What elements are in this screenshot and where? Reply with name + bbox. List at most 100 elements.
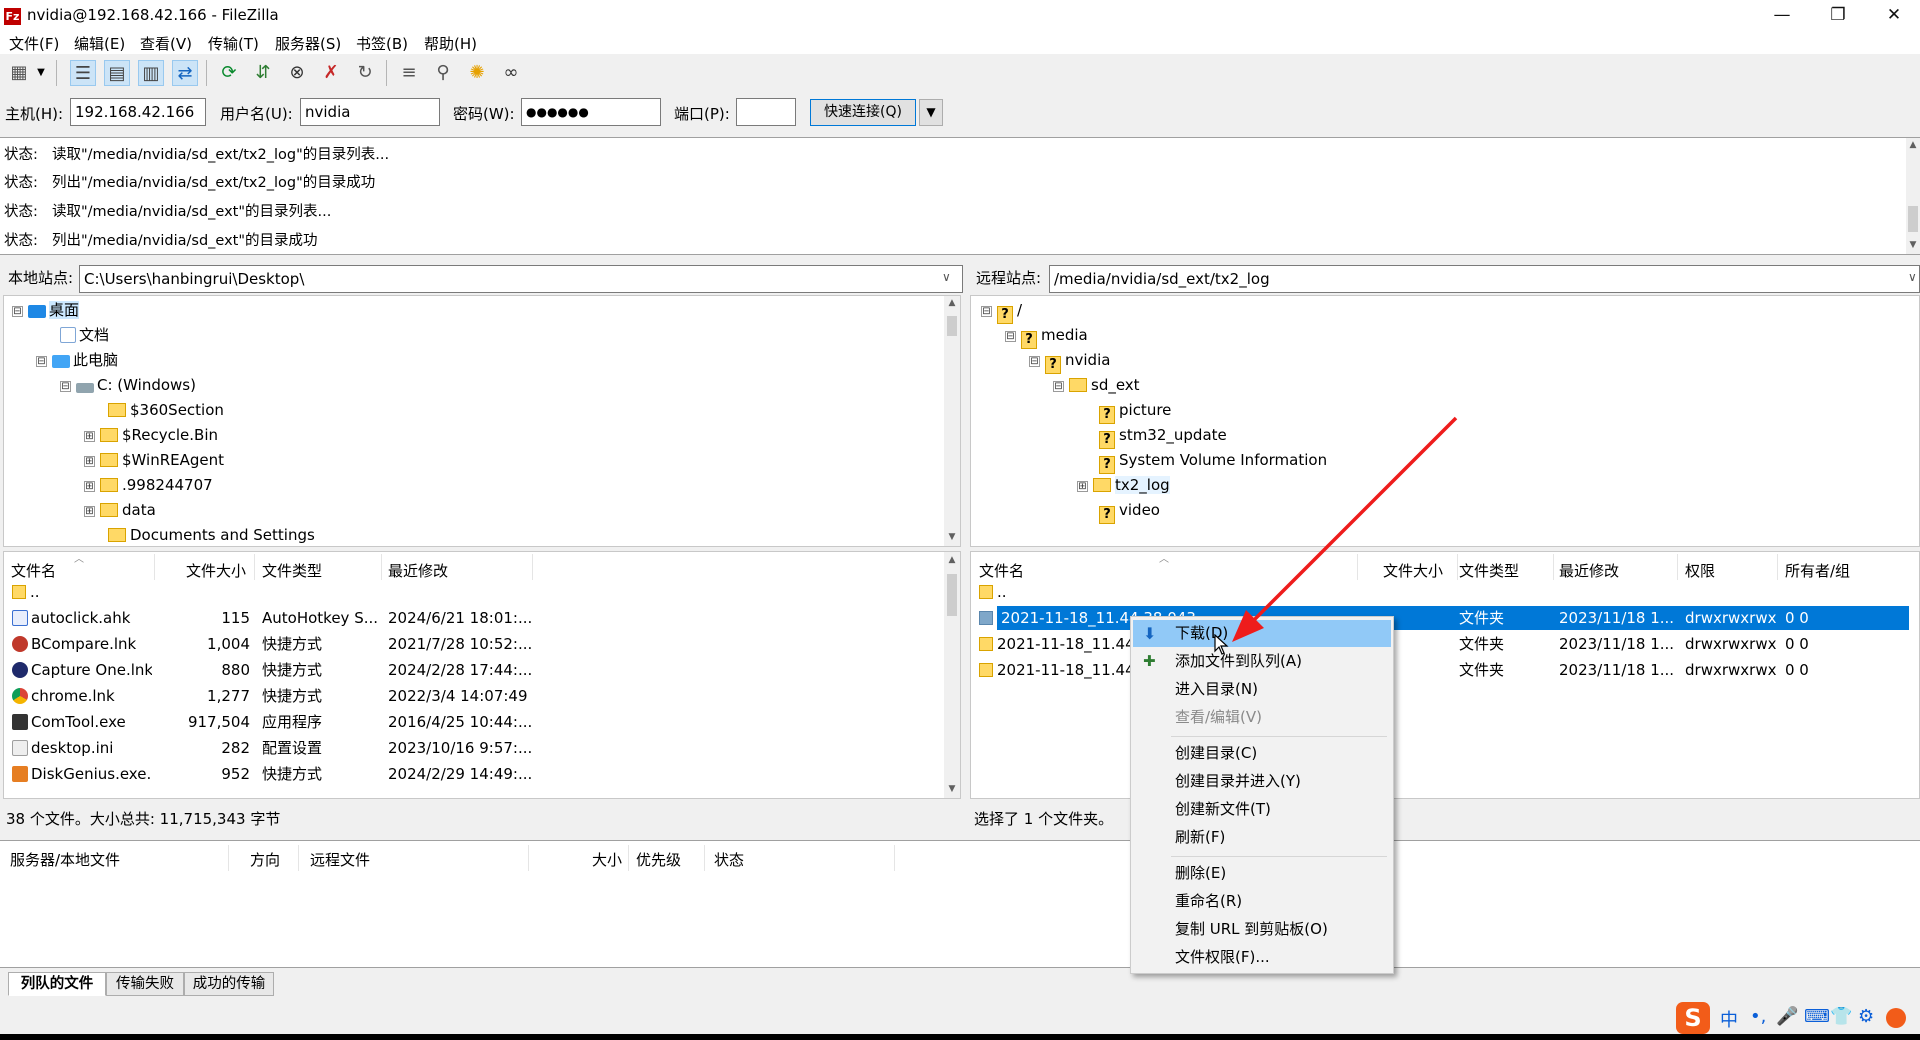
tab-queued-files[interactable]: 列队的文件 [8,972,106,996]
ime-chinese-mode-icon[interactable]: 中 [1720,1006,1738,1032]
local-list-scroll-thumb[interactable] [947,574,957,616]
directory-filter-icon[interactable]: ≡ [396,60,422,86]
table-row[interactable]: .. [4,579,942,605]
local-list-scrollbar[interactable]: ▲ ▼ [944,552,960,798]
menu-file[interactable]: 文件(F) [9,33,59,54]
menu-edit[interactable]: 编辑(E) [74,33,125,54]
local-tree-scroll-thumb[interactable] [947,316,957,336]
ctx-rename[interactable]: 重命名(R) [1133,888,1391,915]
local-col-filename[interactable]: 文件名 [11,560,56,581]
ctx-file-permissions[interactable]: 文件权限(F)... [1133,944,1391,971]
queue-col-direction[interactable]: 方向 [250,849,280,870]
ctx-create-new-file[interactable]: 创建新文件(T) [1133,796,1391,823]
maximize-button[interactable]: ❐ [1810,0,1866,30]
local-path-input[interactable]: C:\Users\hanbingrui\Desktop\ [79,265,963,293]
menu-transfer[interactable]: 传输(T) [208,33,259,54]
log-scrollbar[interactable]: ▲ ▼ [1906,138,1920,254]
tree-item-sd-ext[interactable]: ⊟ sd_ext [1053,373,1140,397]
cancel-operation-icon[interactable]: ⊗ [284,60,310,86]
port-input[interactable] [736,98,796,126]
quickconnect-dropdown-button[interactable]: ▼ [919,99,943,126]
ctx-copy-url[interactable]: 复制 URL 到剪贴板(O) [1133,916,1391,943]
tree-item-documents[interactable]: 文档 [60,323,109,347]
ime-skin-icon[interactable]: 👕 [1830,1006,1852,1027]
reconnect-icon[interactable]: ↻ [352,60,378,86]
table-row[interactable]: autoclick.ahk 115 AutoHotkey S... 2024/6… [4,605,942,631]
tree-item-data[interactable]: ⊞ data [84,498,156,522]
search-icon[interactable]: ∞ [498,60,524,86]
queue-col-remote[interactable]: 远程文件 [310,849,370,870]
tab-failed-transfers[interactable]: 传输失败 [106,972,184,996]
site-manager-dropdown-icon[interactable]: ▼ [33,60,49,86]
local-col-type[interactable]: 文件类型 [262,560,322,581]
ime-mascot-icon[interactable] [1886,1008,1906,1028]
minimize-button[interactable]: — [1754,0,1810,30]
menu-help[interactable]: 帮助(H) [424,33,477,54]
tree-item-documents-and-settings[interactable]: Documents and Settings [108,523,315,546]
close-button[interactable]: ✕ [1866,0,1920,30]
menu-view[interactable]: 查看(V) [140,33,192,54]
ime-settings-icon[interactable]: ⚙ [1858,1006,1874,1027]
ctx-add-to-queue[interactable]: ✚ 添加文件到队列(A) [1133,648,1391,675]
tree-item-picture[interactable]: ? picture [1099,398,1171,424]
remote-path-input[interactable]: /media/nvidia/sd_ext/tx2_log [1049,265,1920,293]
log-scroll-thumb[interactable] [1908,206,1918,232]
tree-item-recycle-bin[interactable]: ⊞ $Recycle.Bin [84,423,218,447]
local-tree-scrollbar[interactable]: ▲ ▼ [944,296,960,546]
tree-item-360section[interactable]: $360Section [108,398,224,422]
quickconnect-button[interactable]: 快速连接(Q) [810,99,916,126]
tree-item-stm32-update[interactable]: ? stm32_update [1099,423,1227,449]
toggle-local-tree-icon[interactable]: ▤ [104,60,130,86]
tree-item-video[interactable]: ? video [1099,498,1160,524]
local-col-modified[interactable]: 最近修改 [388,560,448,581]
remote-path-dropdown-icon[interactable]: ∨ [1908,270,1917,284]
table-row[interactable]: BCompare.lnk 1,004 快捷方式 2021/7/28 10:52:… [4,631,942,657]
refresh-icon[interactable]: ⟳ [216,60,242,86]
tree-item-tx2-log[interactable]: ⊞ tx2_log [1077,473,1170,497]
password-input[interactable]: ●●●●●● [521,98,661,126]
tree-item-winreagent[interactable]: ⊞ $WinREAgent [84,448,224,472]
tree-item-c-drive[interactable]: ⊟ C: (Windows) [60,373,196,397]
menu-server[interactable]: 服务器(S) [275,33,341,54]
ime-keyboard-icon[interactable]: ⌨ [1804,1006,1830,1027]
table-row[interactable]: ComTool.exe 917,504 应用程序 2016/4/25 10:44… [4,709,942,735]
table-row[interactable]: desktop.ini 282 配置设置 2023/10/16 9:57:... [4,735,942,761]
remote-col-permissions[interactable]: 权限 [1685,560,1715,581]
toggle-queue-icon[interactable]: ⇄ [172,60,198,86]
remote-col-modified[interactable]: 最近修改 [1559,560,1619,581]
queue-col-priority[interactable]: 优先级 [636,849,681,870]
tree-item-this-pc[interactable]: ⊟ 此电脑 [36,348,118,372]
ctx-delete[interactable]: 删除(E) [1133,860,1391,887]
toggle-log-icon[interactable]: ☰ [70,60,96,86]
comparison-icon[interactable]: ⚲ [430,60,456,86]
tree-item-nvidia[interactable]: ⊟? nvidia [1029,348,1110,374]
ctx-enter-directory[interactable]: 进入目录(N) [1133,676,1391,703]
ctx-create-directory-enter[interactable]: 创建目录并进入(Y) [1133,768,1391,795]
disconnect-icon[interactable]: ✗ [318,60,344,86]
local-col-size[interactable]: 文件大小 [186,560,246,581]
queue-col-size[interactable]: 大小 [592,849,622,870]
table-row[interactable]: 2021-11-18_11.44 文件夹 2023/11/18 1... drw… [971,657,1919,683]
site-manager-icon[interactable]: ▦ [6,60,32,86]
sync-browsing-icon[interactable]: ✺ [464,60,490,86]
username-input[interactable]: nvidia [300,98,440,126]
local-path-dropdown-icon[interactable]: ∨ [942,270,951,284]
tree-item-desktop[interactable]: ⊟ 桌面 [12,298,80,322]
remote-col-owner[interactable]: 所有者/组 [1785,560,1850,581]
ctx-refresh[interactable]: 刷新(F) [1133,824,1391,851]
process-queue-icon[interactable]: ⇵ [250,60,276,86]
ime-voice-icon[interactable]: 🎤 [1776,1006,1798,1027]
sogou-ime-logo-icon[interactable]: S [1676,1002,1710,1034]
tree-item-998244707[interactable]: ⊞ .998244707 [84,473,213,497]
tree-item-root[interactable]: ⊟? / [981,298,1022,324]
ctx-create-directory[interactable]: 创建目录(C) [1133,740,1391,767]
menu-bookmarks[interactable]: 书签(B) [356,33,408,54]
tree-item-media[interactable]: ⊟? media [1005,323,1088,349]
toggle-remote-tree-icon[interactable]: ▥ [138,60,164,86]
queue-col-server-local[interactable]: 服务器/本地文件 [10,849,120,870]
table-row[interactable]: chrome.lnk 1,277 快捷方式 2022/3/4 14:07:49 [4,683,942,709]
remote-col-filename[interactable]: 文件名 [979,560,1024,581]
host-input[interactable]: 192.168.42.166 [70,98,206,126]
table-row[interactable]: Capture One.lnk 880 快捷方式 2024/2/28 17:44… [4,657,942,683]
queue-col-status[interactable]: 状态 [714,849,744,870]
